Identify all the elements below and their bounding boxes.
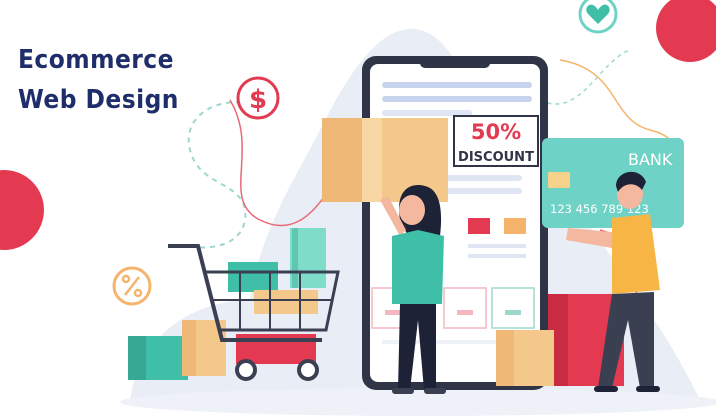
- percent-badge-icon: [112, 266, 152, 306]
- heart-bubble-icon: [578, 0, 618, 34]
- corner-circle-top-right: [656, 0, 716, 62]
- floor-shadow: [120, 388, 716, 416]
- bank-card: BANK 123 456 789 123: [542, 138, 684, 228]
- discount-label: DISCOUNT: [458, 150, 534, 165]
- teal-box: [128, 336, 188, 380]
- bank-label: BANK: [628, 150, 673, 169]
- dashed-loop-line: [184, 101, 271, 249]
- corner-circle-left: [0, 170, 44, 250]
- discount-sign: 50% DISCOUNT: [453, 115, 539, 167]
- discount-percent: 50%: [471, 120, 521, 144]
- headline-line-2: Web Design: [18, 85, 179, 115]
- dollar-coin-icon: $: [236, 76, 280, 120]
- dashed-right-line: [539, 49, 631, 105]
- headline: Ecommerce Web Design: [18, 40, 197, 120]
- svg-text:$: $: [249, 85, 267, 115]
- orange-box-bottom: [496, 330, 554, 386]
- headline-line-1: Ecommerce: [18, 45, 174, 75]
